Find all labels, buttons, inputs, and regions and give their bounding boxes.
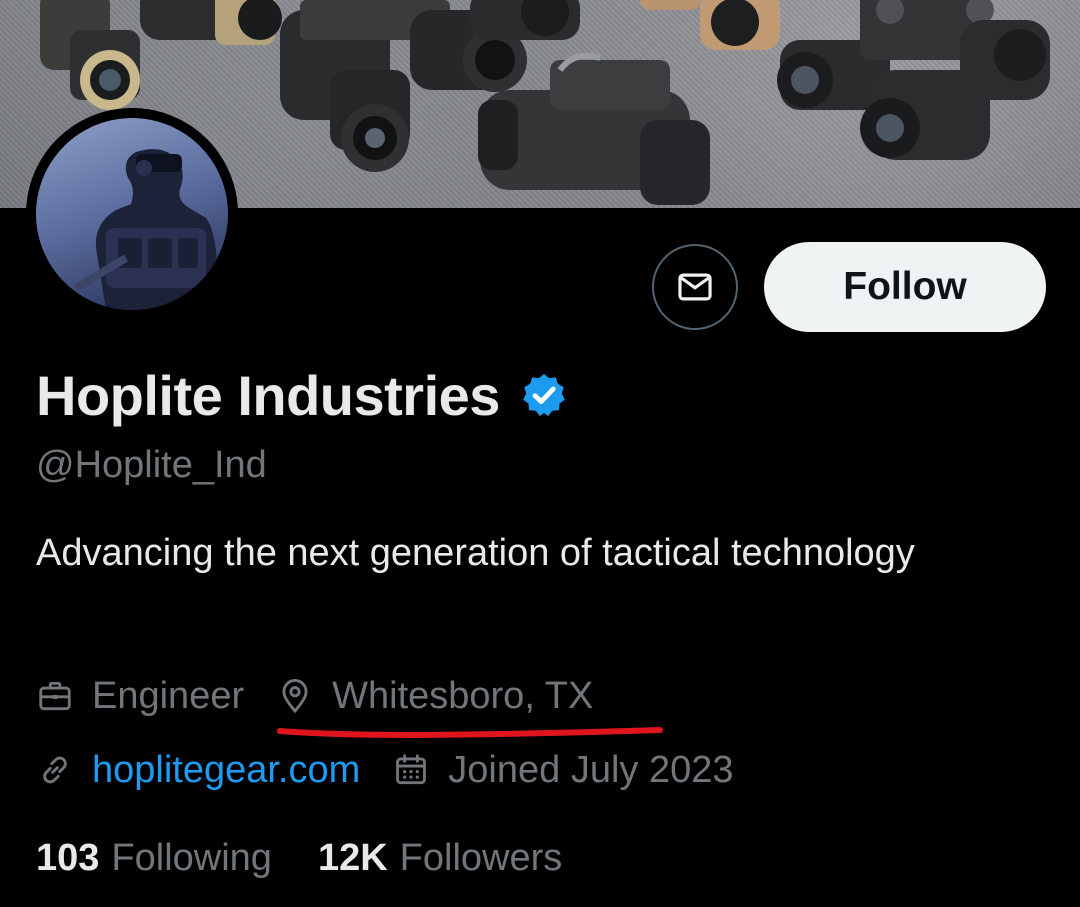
username-handle: @Hoplite_Ind [36,444,267,486]
following-count: 103 [36,836,100,879]
display-name: Hoplite Industries [36,363,500,427]
location-item: Whitesboro, TX [276,675,593,718]
envelope-icon [678,273,712,301]
profile-bio: Advancing the next generation of tactica… [36,532,915,574]
following-link[interactable]: 103 Following [36,837,272,880]
following-label: Following [111,836,272,879]
verified-badge-icon[interactable] [520,371,568,419]
joined-date-text: Joined July 2023 [448,748,734,791]
name-row: Hoplite Industries [36,360,568,430]
link-icon [36,751,74,789]
location-pin-icon [276,677,314,715]
follow-button[interactable]: Follow [764,242,1046,332]
website-item: hoplitegear.com [36,749,360,792]
joined-item: Joined July 2023 [392,748,734,792]
followers-link[interactable]: 12K Followers [318,837,562,880]
briefcase-icon [36,677,74,715]
follow-stats: 103 Following 12K Followers [36,830,608,886]
message-button[interactable] [652,244,738,330]
location-text: Whitesboro, TX [332,674,594,717]
profile-meta-row: hoplitegear.com Joined July 2023 [36,742,766,798]
followers-label: Followers [399,836,563,879]
avatar-image [36,118,228,310]
website-link[interactable]: hoplitegear.com [92,749,360,792]
avatar[interactable] [26,108,238,320]
calendar-icon [392,751,430,789]
profession-item: Engineer [36,675,244,718]
followers-count: 12K [317,836,388,879]
profile-meta-row: Engineer Whitesboro, TX [36,668,625,724]
profession-text: Engineer [92,674,245,717]
